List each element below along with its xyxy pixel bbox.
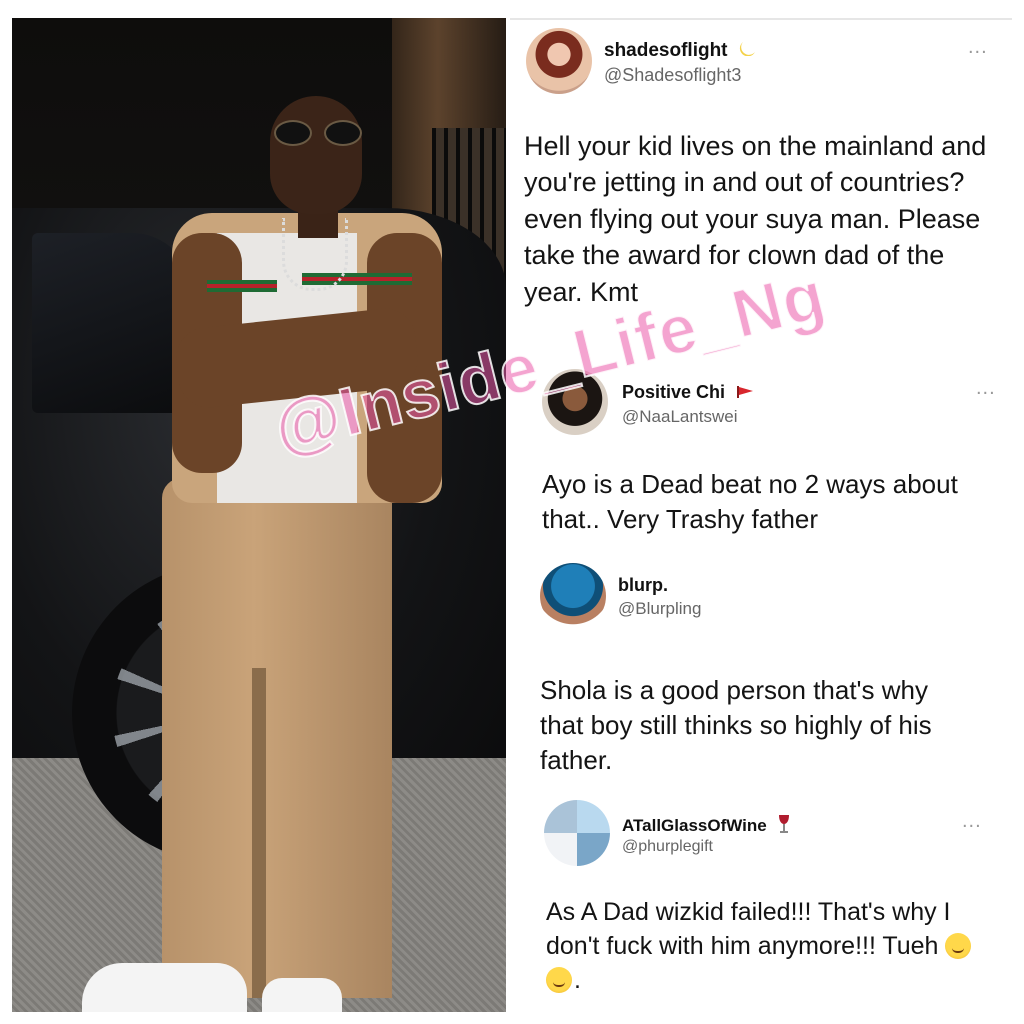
user-handle[interactable]: @phurplegift	[622, 838, 713, 856]
crescent-moon-icon	[739, 40, 759, 62]
tweet-3[interactable]: blurp. @Blurpling Shola is a good person…	[510, 563, 1012, 793]
user-name[interactable]: ATallGlassOfWine	[622, 814, 791, 839]
shoe-right	[262, 978, 342, 1012]
chain	[282, 218, 348, 291]
tweet-4[interactable]: ATallGlassOfWine @phurplegift ... As A D…	[510, 788, 1012, 1012]
user-name-text: ATallGlassOfWine	[622, 815, 767, 835]
user-name[interactable]: Positive Chi	[622, 382, 754, 404]
tweets-panel: shadesoflight @Shadesoflight3 ... Hell y…	[510, 18, 1012, 1012]
photo-panel	[12, 18, 506, 1012]
avatar[interactable]	[540, 563, 606, 629]
user-name-text: shadesoflight	[604, 40, 728, 62]
sunglasses-icon	[274, 120, 366, 146]
leg-gap	[252, 668, 266, 998]
head	[270, 96, 362, 214]
car-window	[32, 233, 192, 413]
more-options-icon[interactable]: ...	[968, 37, 988, 57]
tweet-trailing-text: .	[574, 965, 581, 994]
avatar[interactable]	[526, 28, 592, 94]
stripe-left	[207, 280, 277, 292]
tweet-text: Ayo is a Dead beat no 2 ways about that.…	[542, 469, 958, 535]
more-options-icon[interactable]: ...	[976, 378, 996, 398]
tweet-text: As A Dad wizkid failed!!! That's why I d…	[546, 896, 986, 997]
tweet-text: Shola is a good person that's why that b…	[540, 675, 932, 776]
more-options-icon[interactable]: ...	[962, 811, 982, 831]
pants	[162, 478, 392, 998]
user-handle[interactable]: @NaaLantswei	[622, 407, 738, 427]
smirking-face-icon	[546, 966, 572, 993]
user-name[interactable]: shadesoflight	[604, 40, 759, 62]
tweet-text-body: As A Dad wizkid failed!!! That's why I d…	[546, 898, 951, 960]
avatar[interactable]	[544, 800, 610, 866]
red-flag-icon	[736, 383, 754, 404]
shoe-left	[82, 963, 247, 1012]
user-name[interactable]: blurp.	[618, 575, 668, 596]
user-handle[interactable]: @Blurpling	[618, 599, 701, 619]
smirking-face-icon	[945, 932, 972, 959]
user-handle[interactable]: @Shadesoflight3	[604, 65, 741, 86]
wine-glass-icon	[777, 814, 791, 839]
user-name-text: Positive Chi	[622, 382, 726, 402]
